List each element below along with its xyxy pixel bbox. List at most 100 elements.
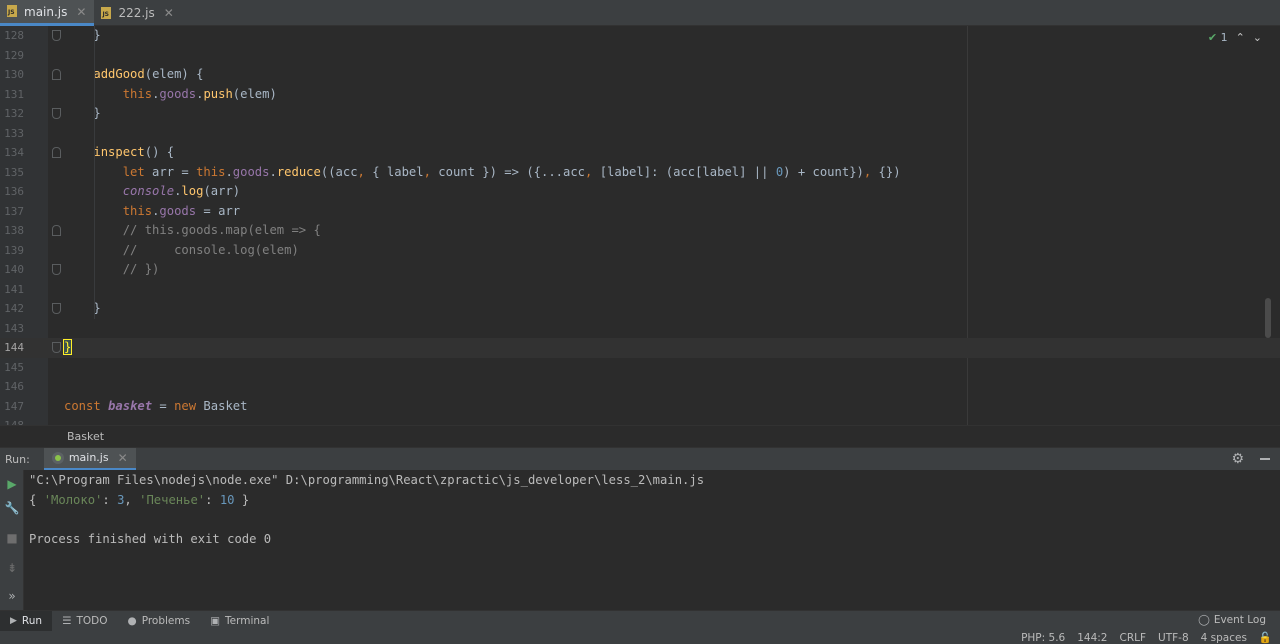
code-text: } — [64, 28, 101, 42]
console-line-result: { 'Молоко': 3, 'Печенье': 10 } — [29, 492, 250, 507]
code-line[interactable]: 134 inspect() { — [0, 143, 1280, 163]
php-version[interactable]: PHP: 5.6 — [1021, 631, 1065, 644]
console-output[interactable]: "C:\Program Files\nodejs\node.exe" D:\pr… — [24, 470, 1280, 610]
tool-tab-problems[interactable]: ● Problems — [118, 611, 201, 632]
tool-tab-run[interactable]: ▶ Run — [0, 610, 53, 632]
code-text: console.log(arr) — [122, 184, 241, 198]
code-line[interactable]: 130 addGood(elem) { — [0, 65, 1280, 85]
code-text: // this.goods.map(elem => { — [122, 223, 321, 237]
breadcrumb[interactable]: Basket — [0, 425, 1280, 447]
fold-marker-icon[interactable] — [52, 225, 61, 236]
indent-setting[interactable]: 4 spaces — [1201, 631, 1247, 644]
gear-icon[interactable]: ⚙ — [1231, 451, 1244, 467]
tool-window-bar: ▶ Run ☰ TODO ● Problems ▣ Terminal ◯ Eve… — [0, 610, 1280, 632]
vertical-scrollbar[interactable] — [1265, 298, 1271, 338]
minimize-icon[interactable] — [1260, 458, 1270, 460]
console-line-exit: Process finished with exit code 0 — [29, 531, 272, 546]
line-number: 130 — [4, 68, 24, 81]
fold-marker-icon[interactable] — [52, 147, 61, 158]
event-log-icon: ◯ — [1198, 614, 1210, 626]
code-text: this.goods = arr — [122, 203, 241, 218]
code-line[interactable]: 132 } — [0, 104, 1280, 124]
editor-tab-bar: main.js ✕ 222.js ✕ — [0, 0, 1280, 26]
chevron-down-icon[interactable]: ⌄ — [1253, 31, 1262, 44]
close-icon[interactable]: ✕ — [76, 5, 86, 19]
line-number: 148 — [0, 416, 24, 425]
javascript-file-icon — [100, 6, 113, 20]
code-line[interactable]: 136 console.log(arr) — [0, 182, 1280, 202]
tab-222-js[interactable]: 222.js ✕ — [94, 0, 181, 26]
run-tab-label: main.js — [68, 451, 109, 464]
line-number: 138 — [4, 224, 24, 237]
code-text: addGood(elem) { — [93, 67, 204, 81]
code-line[interactable]: 145 — [0, 358, 1280, 378]
code-line[interactable]: 139 // console.log(elem) — [0, 241, 1280, 261]
tab-main-js[interactable]: main.js ✕ — [0, 0, 95, 26]
code-text: let arr = this.goods.reduce((acc, { labe… — [122, 164, 901, 179]
fold-marker-icon[interactable] — [52, 303, 61, 314]
inspection-status[interactable]: ✔ 1 — [1208, 31, 1228, 44]
code-text: inspect() { — [93, 145, 175, 159]
fold-marker-icon[interactable] — [52, 108, 61, 119]
caret-position[interactable]: 144:2 — [1077, 631, 1107, 644]
line-number: 134 — [4, 146, 24, 159]
fold-marker-icon[interactable] — [52, 342, 61, 353]
code-line[interactable]: 144} — [0, 338, 1280, 358]
code-line[interactable]: 135 let arr = this.goods.reduce((acc, { … — [0, 163, 1280, 183]
run-tool-window-header: Run: main.js ✕ ⚙ — [0, 447, 1280, 471]
tool-tab-label: Terminal — [225, 615, 270, 627]
code-text: // console.log(elem) — [122, 242, 299, 257]
event-log-button[interactable]: ◯ Event Log — [1198, 614, 1266, 626]
line-number: 146 — [4, 380, 24, 393]
lock-icon[interactable]: 🔓 — [1259, 631, 1272, 644]
run-label: Run: — [5, 452, 30, 466]
run-tab-main-js[interactable]: main.js ✕ — [43, 447, 136, 471]
code-line[interactable]: 131 this.goods.push(elem) — [0, 85, 1280, 105]
code-text: } — [62, 339, 73, 355]
inspection-widget[interactable]: ✔ 1 ⌃ ⌄ — [1208, 31, 1262, 44]
code-line[interactable]: 146 — [0, 377, 1280, 397]
rerun-icon[interactable]: ▶ — [4, 476, 20, 492]
stop-icon[interactable]: ■ — [4, 530, 20, 546]
code-text: this.goods.push(elem) — [122, 86, 277, 101]
code-line[interactable]: 140 // }) — [0, 260, 1280, 280]
code-line[interactable]: 142 } — [0, 299, 1280, 319]
code-editor[interactable]: 128 } 129 130 addGood(elem) {131 this.good… — [0, 26, 1280, 425]
status-bar: PHP: 5.6 144:2 CRLF UTF-8 4 spaces 🔓 — [0, 631, 1280, 644]
more-icon[interactable]: » — [4, 588, 20, 604]
line-number: 144 — [4, 341, 24, 354]
indent-guide — [94, 26, 95, 319]
code-line[interactable]: 138 // this.goods.map(elem => { — [0, 221, 1280, 241]
list-icon: ☰ — [62, 615, 72, 627]
line-number: 129 — [4, 48, 24, 62]
code-line[interactable]: 137 this.goods = arr — [0, 202, 1280, 222]
code-line[interactable]: 128 } — [0, 26, 1280, 46]
code-line[interactable]: 133 — [0, 124, 1280, 144]
code-line[interactable]: 147 const basket = new Basket — [0, 397, 1280, 417]
line-separator[interactable]: CRLF — [1119, 631, 1146, 644]
code-line[interactable]: 129 — [0, 46, 1280, 66]
chevron-up-icon[interactable]: ⌃ — [1236, 31, 1245, 44]
code-text: // }) — [122, 262, 160, 276]
scroll-to-end-icon[interactable]: ⇟ — [4, 560, 20, 576]
breadcrumb-item-basket[interactable]: Basket — [67, 430, 104, 443]
tool-tab-todo[interactable]: ☰ TODO — [52, 611, 117, 632]
line-number: 132 — [4, 107, 24, 120]
close-icon[interactable]: ✕ — [164, 6, 174, 20]
code-line[interactable]: 141 — [0, 280, 1280, 300]
code-line[interactable]: 148 — [0, 416, 1280, 425]
fold-marker-icon[interactable] — [52, 69, 61, 80]
code-text: const basket = new Basket — [64, 398, 248, 413]
tool-tab-label: Problems — [141, 615, 191, 627]
tab-label: 222.js — [118, 6, 155, 20]
fold-marker-icon[interactable] — [52, 30, 61, 41]
nodejs-icon — [51, 451, 64, 464]
close-icon[interactable]: ✕ — [118, 451, 128, 465]
code-line[interactable]: 143 — [0, 319, 1280, 339]
fold-marker-icon[interactable] — [52, 264, 61, 275]
wrench-icon[interactable]: 🔧 — [4, 500, 20, 516]
file-encoding[interactable]: UTF-8 — [1158, 631, 1189, 644]
line-number: 128 — [4, 29, 24, 42]
tool-tab-terminal[interactable]: ▣ Terminal — [200, 611, 279, 632]
code-text: } — [64, 106, 101, 120]
